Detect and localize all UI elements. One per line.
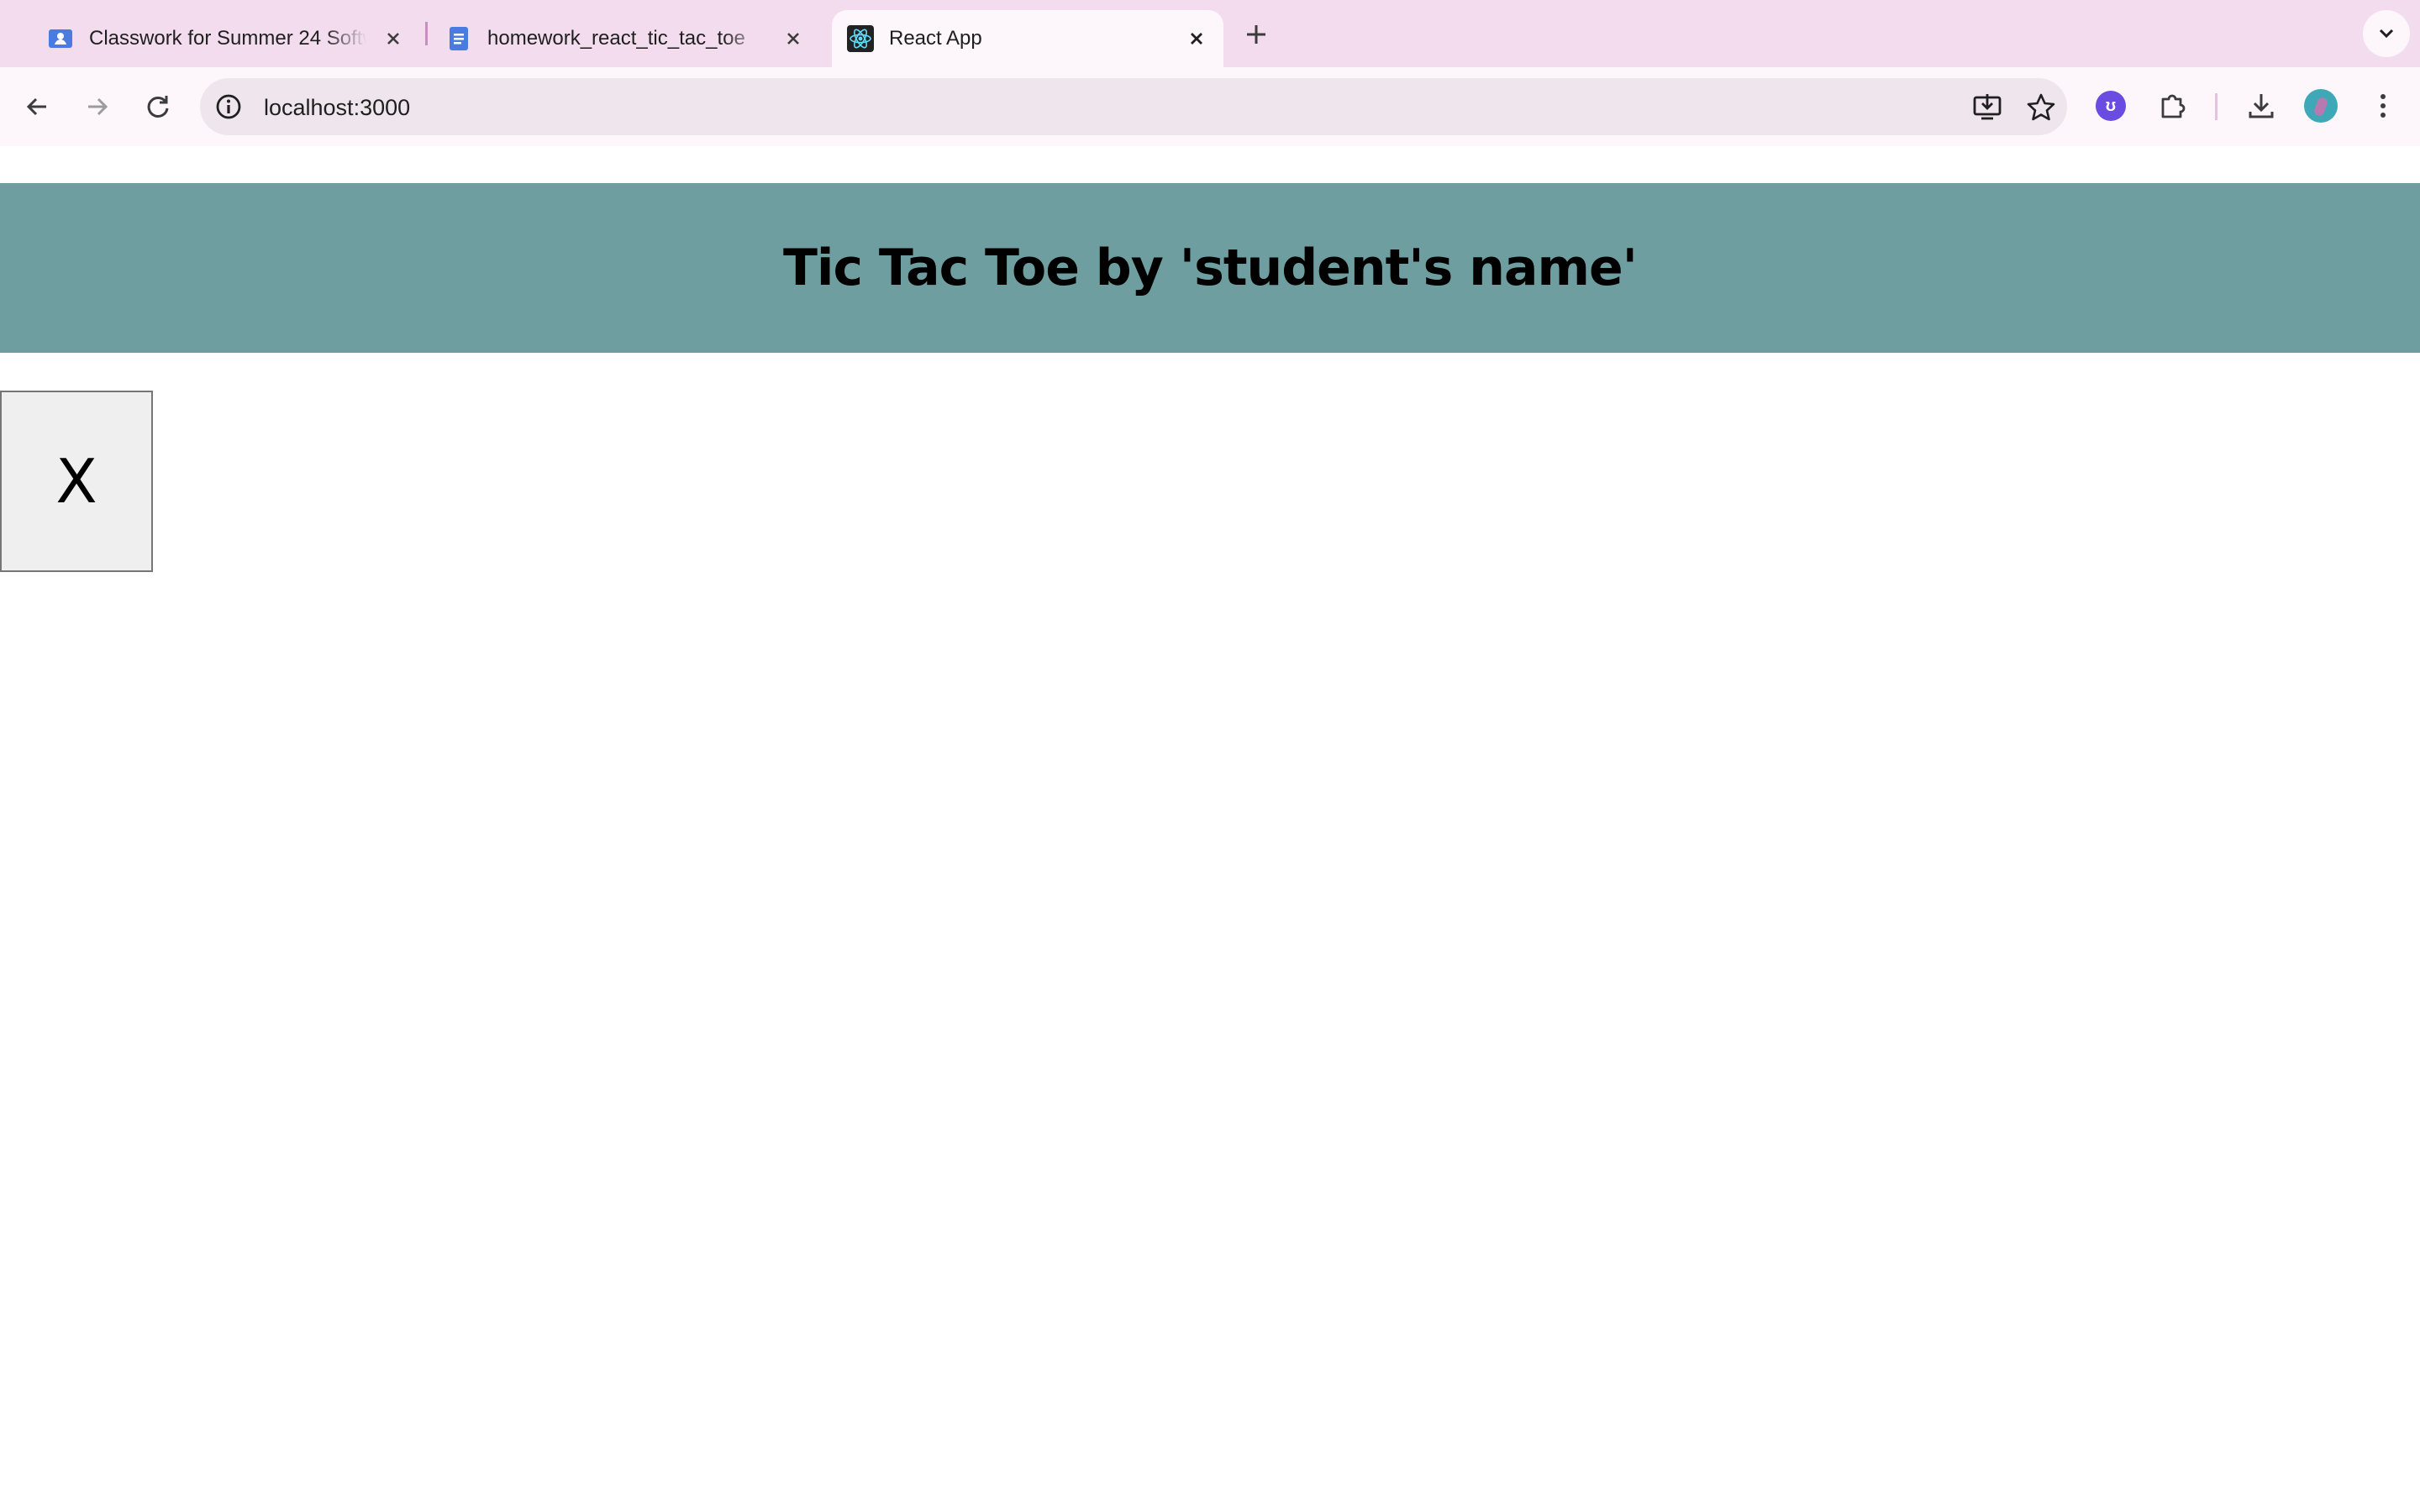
tab-title: homework_react_tic_tac_toe [487,27,745,50]
chevron-down-icon [2379,29,2394,39]
react-icon [847,25,874,52]
reload-button[interactable] [141,90,175,123]
more-vert-icon [2381,94,2386,118]
google-docs-icon [450,27,468,50]
arrow-right-icon [88,97,108,116]
extensions-button[interactable] [2155,89,2189,123]
close-tab-icon[interactable] [381,27,405,50]
back-button[interactable] [20,90,54,123]
tab-divider [425,22,428,45]
toolbar-divider [2215,93,2217,120]
site-info-icon[interactable] [213,92,244,122]
forward-button[interactable] [81,90,114,123]
tab-react-app[interactable]: React App [832,10,1223,67]
close-tab-icon[interactable] [1185,27,1208,50]
tab-classwork[interactable]: Classwork for Summer 24 Software [34,10,420,67]
board-square[interactable]: X [0,391,153,572]
page-title: Tic Tac Toe by 'student's name' [782,239,1638,297]
tab-strip: Classwork for Summer 24 Software homewor… [0,0,2420,67]
tab-homework-doc[interactable]: homework_react_tic_tac_toe [434,10,820,67]
download-icon [2249,94,2274,118]
arrow-left-icon [26,97,46,116]
app-header: Tic Tac Toe by 'student's name' [0,183,2420,353]
tab-search-button[interactable] [2363,10,2410,57]
new-tab-icon[interactable] [1242,20,1270,49]
profile-avatar[interactable] [2304,89,2338,123]
tab-title: React App [889,27,982,50]
menu-button[interactable] [2366,89,2400,123]
extension-icon[interactable]: ʊ [2096,91,2126,121]
address-bar[interactable]: localhost:3000 [200,78,2067,135]
bookmark-star-icon[interactable] [2025,92,2057,123]
puzzle-icon [2161,94,2186,118]
close-tab-icon[interactable] [781,27,805,50]
url-text: localhost:3000 [264,95,411,120]
downloads-button[interactable] [2244,89,2278,123]
google-classroom-icon [49,29,72,48]
tab-title: Classwork for Summer 24 Software [89,27,366,50]
browser-toolbar: localhost:3000 [0,67,2420,146]
reload-icon [147,96,169,118]
install-app-icon[interactable] [1971,92,2003,123]
